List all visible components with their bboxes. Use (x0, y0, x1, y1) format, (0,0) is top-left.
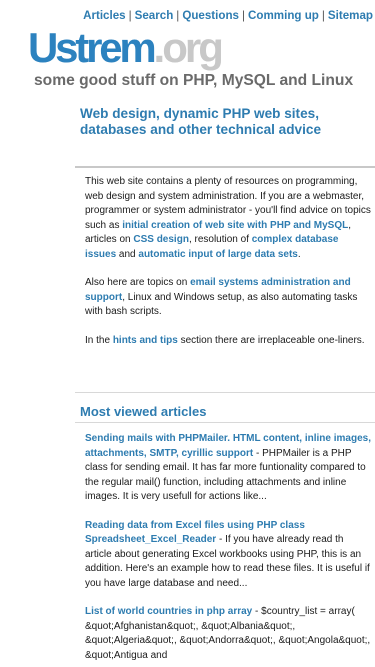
intro-text: In the (85, 334, 113, 346)
intro-text: . (297, 248, 301, 260)
intro-paragraph: Also here are topics on email systems ad… (85, 276, 372, 320)
intro-paragraph: This web site contains a plenty of resou… (85, 175, 372, 262)
link-hints-tips[interactable]: hints and tips (113, 335, 178, 346)
intro-text: section there are irreplaceable one-line… (177, 334, 365, 346)
intro-text: , resolution of (188, 234, 252, 245)
article-link[interactable]: List of world countries in php array (85, 606, 252, 617)
article-list: Sending mails with PHPMailer. HTML conte… (85, 432, 372, 667)
nav-separator: | (321, 9, 325, 22)
nav-link-articles[interactable]: Articles (83, 9, 126, 22)
nav-separator: | (242, 9, 246, 22)
link-data-input[interactable]: automatic input of large data sets (138, 249, 297, 260)
nav-link-search[interactable]: Search (135, 9, 174, 22)
page-title: Web design, dynamic PHP web sites, datab… (80, 106, 322, 137)
intro-content: This web site contains a plenty of resou… (85, 175, 372, 362)
nav-separator: | (176, 9, 180, 22)
site-logo[interactable]: Ustrem.org (28, 24, 224, 71)
divider (75, 422, 375, 423)
intro-paragraph: In the hints and tips section there are … (85, 334, 372, 349)
nav-link-comming-up[interactable]: Comming up (248, 9, 319, 22)
list-item: List of world countries in php array - $… (85, 605, 372, 663)
top-nav: Articles | Search | Questions | Comming up | Sit… (0, 9, 375, 22)
most-viewed-title: Most viewed articles (80, 404, 207, 419)
nav-link-questions[interactable]: Questions (182, 9, 239, 22)
intro-text: and (116, 248, 139, 260)
list-item: Reading data from Excel files using PHP … (85, 519, 372, 592)
link-initial-creation[interactable]: initial creation of web site with PHP an… (122, 220, 348, 231)
divider (75, 166, 375, 168)
logo-main-text: Ustrem (28, 24, 157, 71)
logo-ext-text: .org (153, 24, 224, 71)
site-tagline: some good stuff on PHP, MySQL and Linux (34, 72, 354, 89)
page-heading-block: Web design, dynamic PHP web sites, datab… (80, 106, 370, 138)
list-item: Sending mails with PHPMailer. HTML conte… (85, 432, 372, 505)
intro-text: , Linux and Windows setup, as also autom… (85, 291, 358, 318)
nav-link-sitemap[interactable]: Sitemap (328, 9, 373, 22)
link-css-design[interactable]: CSS design (133, 234, 189, 245)
divider (75, 392, 375, 393)
intro-text: Also here are topics on (85, 277, 191, 288)
nav-separator: | (128, 9, 132, 22)
